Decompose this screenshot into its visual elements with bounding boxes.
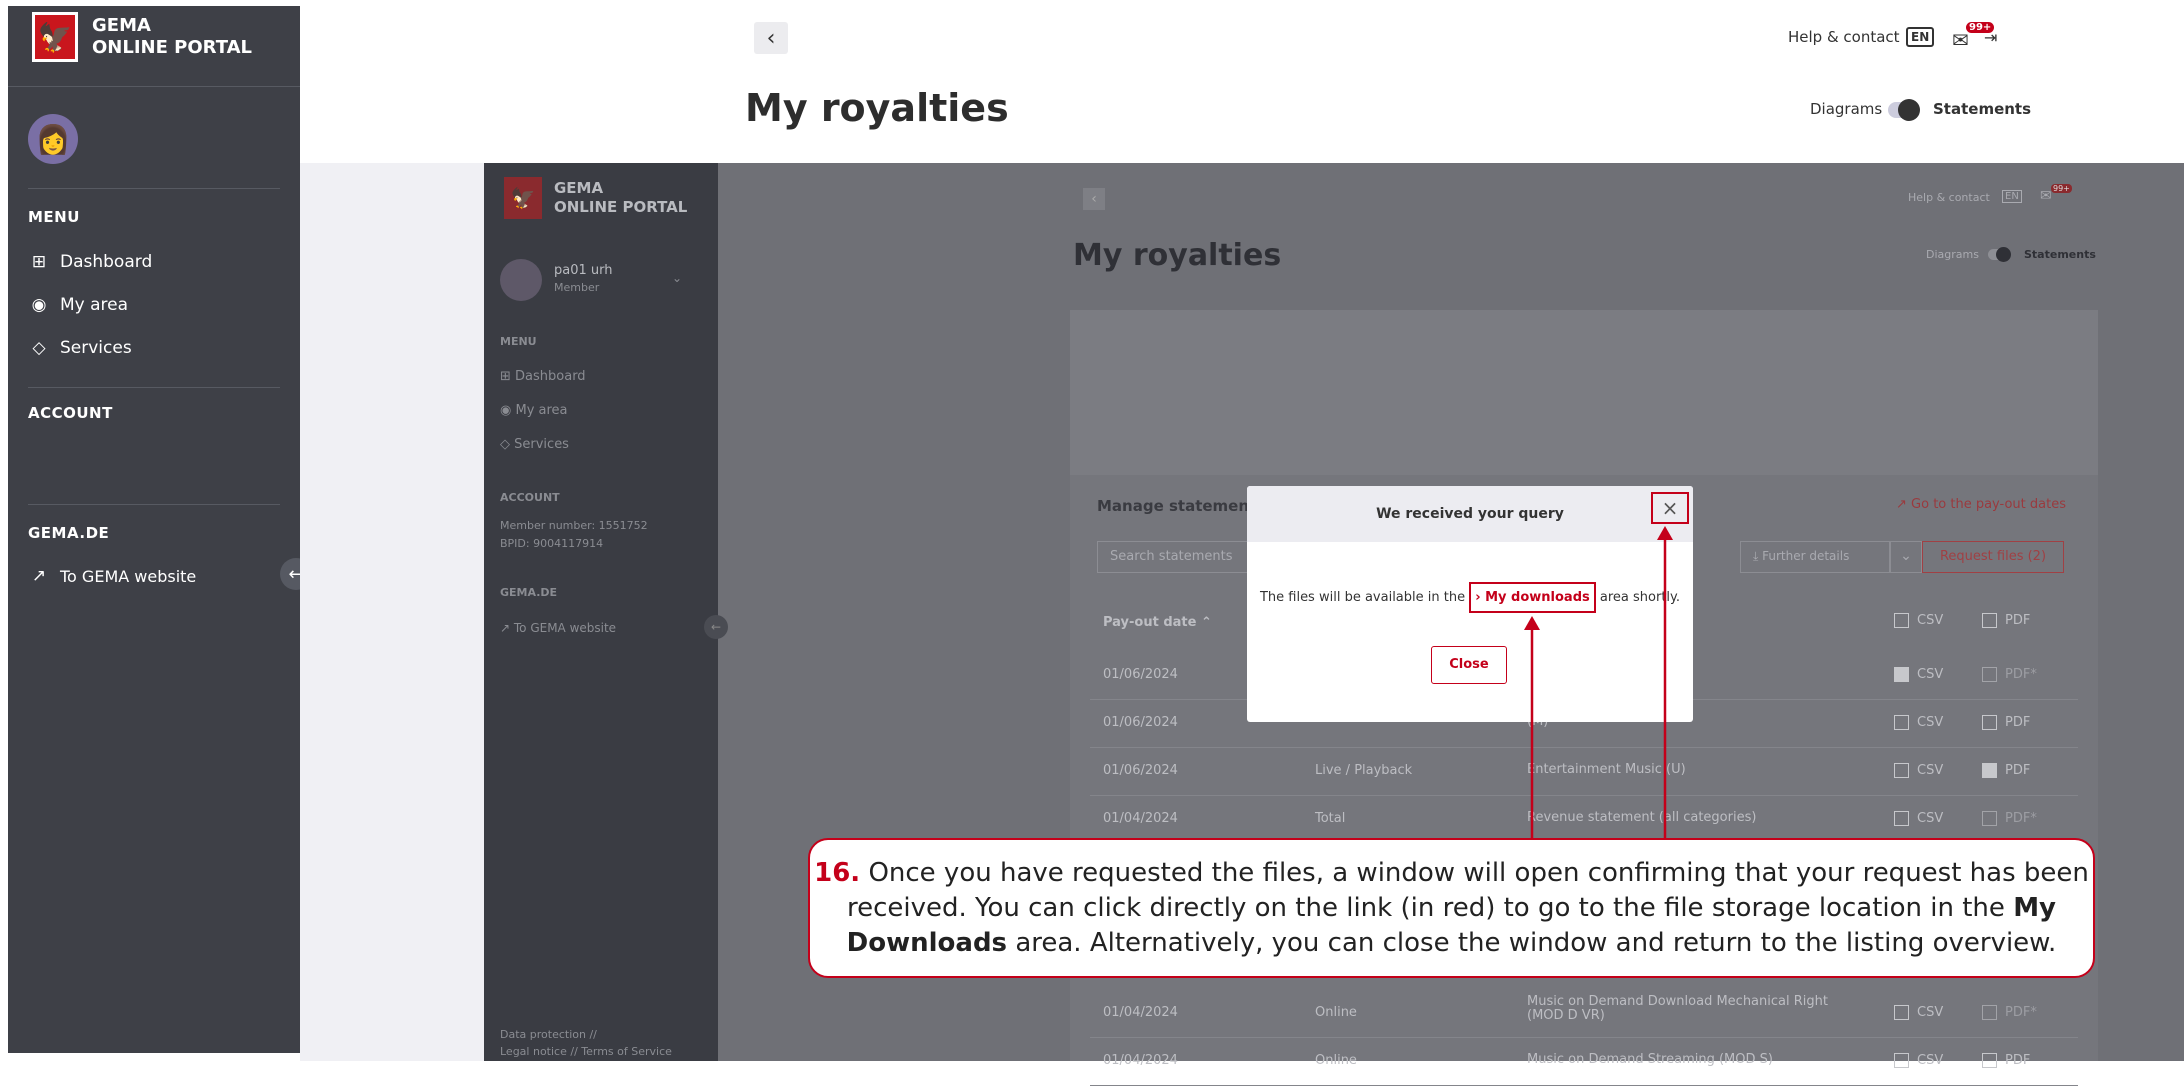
callout-text-2: area. Alternatively, you can close the w… xyxy=(1015,928,2057,958)
instruction-callout: 16. Once you have requested the files, a… xyxy=(808,838,2095,978)
callout-text-1: Once you have requested the files, a win… xyxy=(846,858,2089,923)
step-number: 16. xyxy=(814,858,861,888)
